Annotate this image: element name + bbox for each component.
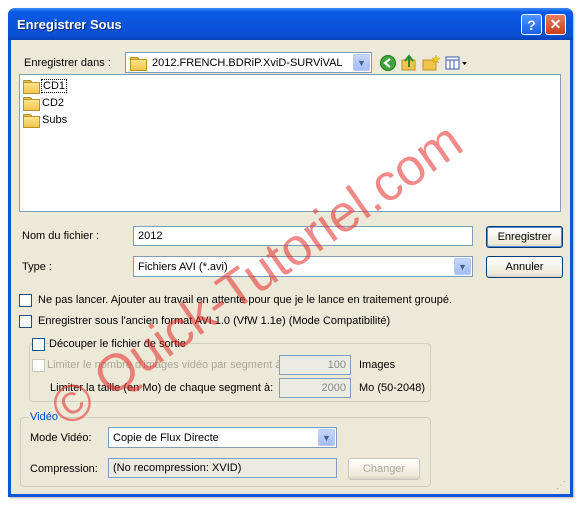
list-item[interactable]: CD1: [23, 78, 68, 94]
split-checkbox[interactable]: [32, 338, 45, 351]
limit-size-unit: Mo (50-2048): [359, 382, 426, 394]
no-launch-label: Ne pas lancer. Ajouter au travail en att…: [38, 294, 452, 306]
cancel-button[interactable]: Annuler: [486, 256, 563, 278]
compression-label: Compression:: [30, 463, 98, 475]
compression-field: (No recompression: XVID): [108, 458, 337, 478]
save-in-value: 2012.FRENCH.BDRiP.XviD-SURViVAL: [152, 56, 343, 69]
limit-frames-checkbox[interactable]: [32, 359, 45, 372]
folder-icon: [130, 56, 147, 71]
limit-size-value: 2000: [321, 382, 346, 394]
type-select[interactable]: Fichiers AVI (*.avi) ▼: [133, 256, 473, 277]
view-menu-icon[interactable]: [445, 54, 469, 72]
filename-field[interactable]: 2012: [133, 226, 473, 246]
old-format-label: Enregistrer sous l'ancien format AVI 1.0…: [38, 315, 391, 327]
chevron-down-icon[interactable]: ▼: [454, 258, 471, 275]
old-format-checkbox[interactable]: [19, 315, 32, 328]
video-mode-select[interactable]: Copie de Flux Directe ▼: [108, 427, 337, 448]
dialog-body: Enregistrer dans : 2012.FRENCH.BDRiP.Xvi…: [11, 40, 570, 494]
new-folder-icon[interactable]: [422, 54, 440, 72]
limit-frames-unit: Images: [359, 359, 396, 371]
back-icon[interactable]: [379, 54, 397, 72]
help-button[interactable]: ?: [521, 14, 542, 35]
limit-frames-field[interactable]: 100: [279, 355, 351, 375]
list-item[interactable]: CD2: [23, 95, 65, 111]
save-button[interactable]: Enregistrer: [486, 226, 563, 248]
window-title: Enregistrer Sous: [17, 17, 122, 32]
chevron-down-icon[interactable]: ▼: [353, 54, 370, 71]
limit-frames-value: 100: [327, 359, 346, 371]
title-bar[interactable]: Enregistrer Sous ? ✕: [8, 8, 573, 40]
no-launch-checkbox[interactable]: [19, 294, 32, 307]
close-button[interactable]: ✕: [545, 14, 566, 35]
filename-value: 2012: [138, 230, 163, 242]
limit-size-label: Limiter la taille (en Mo) de chaque segm…: [50, 382, 274, 394]
filename-label: Nom du fichier :: [22, 230, 100, 242]
chevron-down-icon[interactable]: ▼: [318, 429, 335, 446]
video-group-title: Vidéo: [28, 411, 60, 423]
list-item[interactable]: Subs: [23, 112, 68, 128]
save-as-dialog: Enregistrer Sous ? ✕ Enregistrer dans : …: [8, 8, 573, 497]
file-name: CD1: [41, 79, 68, 93]
video-mode-label: Mode Vidéo:: [30, 432, 92, 444]
type-label: Type :: [22, 261, 52, 273]
up-folder-icon[interactable]: [400, 54, 418, 72]
file-list[interactable]: CD1 CD2 Subs: [19, 74, 561, 212]
limit-size-field[interactable]: 2000: [279, 378, 351, 398]
file-name: CD2: [42, 97, 65, 109]
resize-grip-icon[interactable]: ⋰: [556, 480, 568, 492]
file-name: Subs: [42, 114, 68, 126]
compression-value: (No recompression: XVID): [113, 462, 242, 474]
change-button[interactable]: Changer: [348, 458, 420, 480]
folder-icon: [23, 97, 40, 111]
save-in-combo[interactable]: 2012.FRENCH.BDRiP.XviD-SURViVAL ▼: [125, 52, 372, 73]
type-value: Fichiers AVI (*.avi): [138, 260, 228, 273]
split-label: Découper le fichier de sortie: [49, 338, 189, 350]
folder-icon: [23, 114, 40, 128]
limit-frames-label: Limiter le nombre d'images vidéo par seg…: [47, 359, 282, 371]
save-in-label: Enregistrer dans :: [24, 57, 111, 69]
video-mode-value: Copie de Flux Directe: [113, 431, 219, 444]
folder-icon: [23, 80, 40, 94]
